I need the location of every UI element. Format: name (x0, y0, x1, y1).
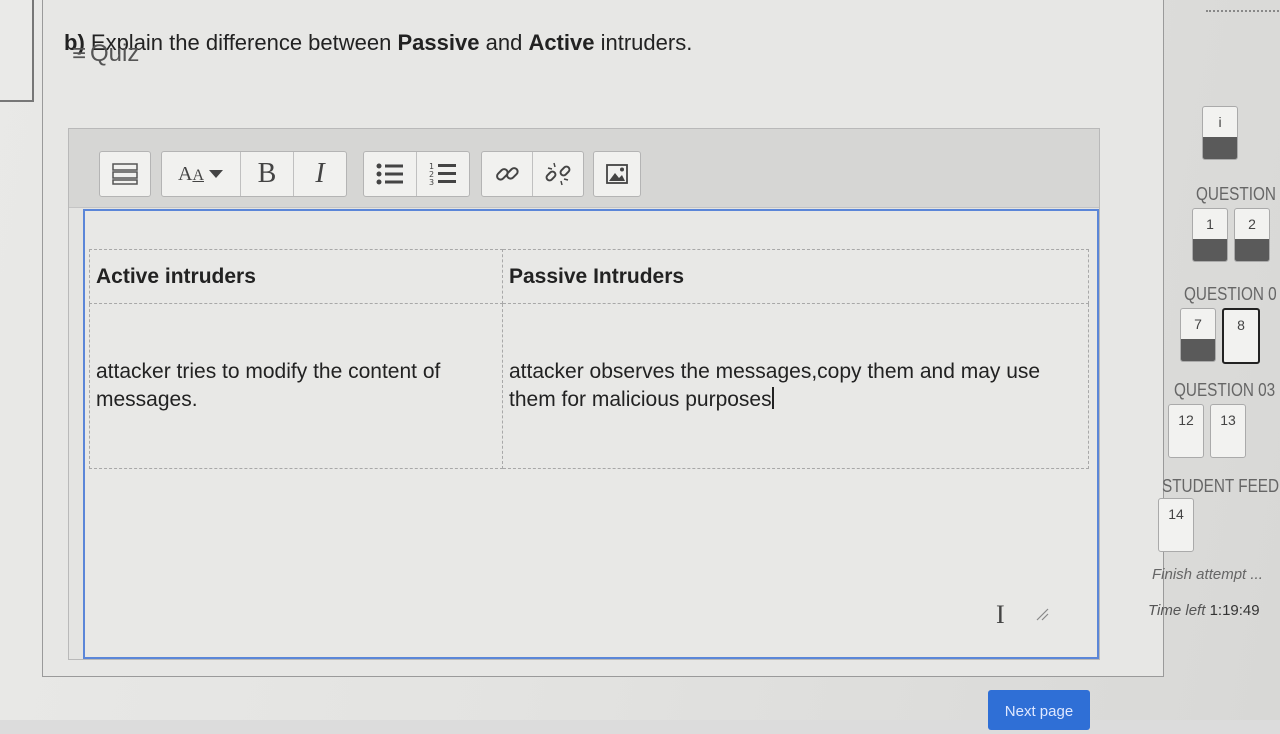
bulleted-list-button[interactable] (364, 152, 417, 196)
svg-text:3: 3 (429, 178, 434, 187)
question-nav-14-label: 14 (1168, 506, 1184, 522)
numbered-list-icon: 1 2 3 (429, 162, 456, 187)
question-text-end: intruders. (600, 30, 693, 55)
quiz-title-text: Quiz (90, 40, 140, 67)
font-size-label: A (177, 162, 193, 185)
question-nav-8-label: 8 (1237, 317, 1245, 333)
unlink-icon (545, 162, 571, 186)
next-page-button[interactable]: Next page (988, 690, 1090, 730)
question-nav-info-label: i (1218, 114, 1222, 130)
quiz-nav-title: ≡ Quiz (72, 40, 139, 68)
question-term-passive: Passive (397, 30, 480, 55)
rich-text-editor: AA B I 1 2 3 Active intruders Passive In… (68, 128, 1100, 660)
question-nav-7[interactable]: 7 (1180, 308, 1216, 362)
image-icon (606, 164, 628, 184)
time-left-label: Time left (1148, 602, 1206, 619)
question-term-active: Active (528, 30, 595, 55)
time-left-value: 1:19:49 (1209, 602, 1260, 619)
answer-table[interactable]: Active intruders Passive Intruders attac… (89, 248, 1089, 469)
time-left: Time left 1:19:49 (1148, 602, 1260, 619)
toolbar-group-lists: 1 2 3 (363, 151, 470, 197)
question-nav-1[interactable]: 1 (1192, 208, 1228, 262)
section-label-2: QUESTION 0 (1184, 284, 1277, 304)
toolbar-group-links (481, 151, 584, 197)
italic-button[interactable]: I (294, 152, 346, 196)
question-nav-12-label: 12 (1178, 412, 1194, 428)
question-nav-2[interactable]: 2 (1234, 208, 1270, 262)
editor-content-area[interactable]: Active intruders Passive Intruders attac… (83, 209, 1099, 659)
mouse-ibeam-cursor-icon: I (996, 600, 1005, 629)
link-button[interactable] (482, 152, 533, 196)
dropdown-caret-icon (209, 170, 223, 178)
question-nav-2-label: 2 (1248, 216, 1256, 232)
editor-toolbar: AA B I 1 2 3 (69, 129, 1099, 208)
insert-image-button[interactable] (594, 152, 640, 196)
question-nav-14[interactable]: 14 (1158, 498, 1194, 552)
left-panel-edge (0, 0, 34, 102)
toolbar-group-media (593, 151, 641, 197)
question-prompt: b) Explain the difference between Passiv… (64, 30, 692, 56)
toolbar-group-more (99, 151, 151, 197)
question-nav-7-label: 7 (1194, 316, 1202, 332)
question-connector: and (485, 30, 523, 55)
section-label-4: STUDENT FEED (1162, 476, 1280, 496)
cell-active-description[interactable]: attacker tries to modify the content of … (89, 303, 503, 469)
hamburger-icon: ≡ (72, 40, 87, 67)
section-label-3: QUESTION 03 (1174, 380, 1276, 400)
bulleted-list-icon (376, 163, 403, 185)
question-nav-1-label: 1 (1206, 216, 1214, 232)
text-caret (771, 387, 774, 410)
header-active-intruders[interactable]: Active intruders (89, 248, 503, 305)
question-nav-12[interactable]: 12 (1168, 404, 1204, 458)
table-header-row: Active intruders Passive Intruders (89, 248, 1089, 305)
section-label-1: QUESTION (1196, 184, 1276, 204)
question-nav-13[interactable]: 13 (1210, 404, 1246, 458)
font-size-button[interactable]: AA (162, 152, 241, 196)
show-more-icon (112, 163, 138, 185)
unlink-button[interactable] (533, 152, 583, 196)
numbered-list-button[interactable]: 1 2 3 (417, 152, 469, 196)
question-nav-info[interactable]: i (1202, 106, 1238, 160)
toolbar-group-format: AA B I (161, 151, 347, 197)
link-icon (496, 167, 519, 181)
bold-button[interactable]: B (241, 152, 294, 196)
resize-handle-icon[interactable] (1035, 607, 1049, 621)
question-nav-13-label: 13 (1220, 412, 1236, 428)
question-nav-8-current[interactable]: 8 (1222, 308, 1260, 364)
show-more-buttons[interactable] (100, 152, 150, 196)
cell-passive-text: attacker observes the messages,copy them… (509, 360, 1041, 412)
font-size-icon: AA (177, 162, 204, 185)
header-passive-intruders[interactable]: Passive Intruders (502, 248, 1089, 305)
table-row: attacker tries to modify the content of … (89, 303, 1089, 469)
cell-passive-description[interactable]: attacker observes the messages,copy them… (502, 303, 1089, 469)
panel-dotted-divider (1206, 10, 1280, 12)
finish-attempt-link[interactable]: Finish attempt ... (1152, 566, 1263, 583)
